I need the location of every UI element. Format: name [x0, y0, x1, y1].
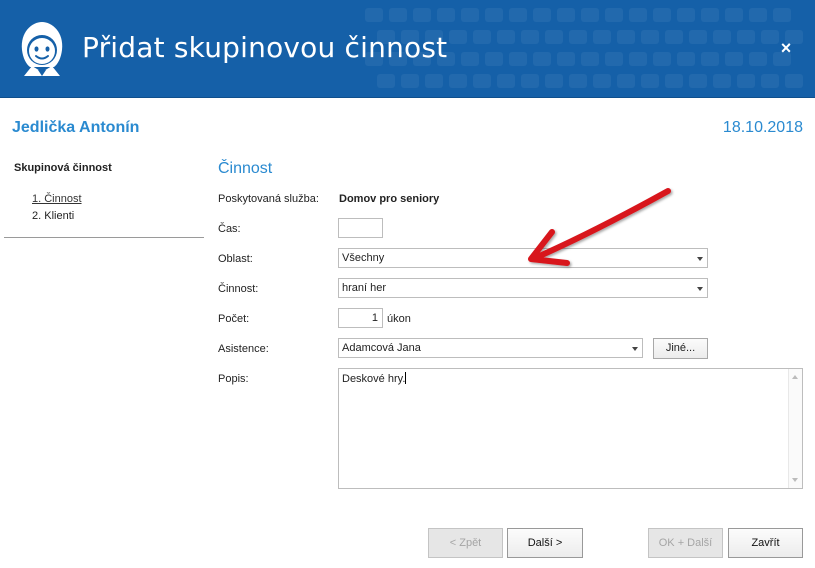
chevron-down-icon	[632, 347, 638, 351]
sidebar-title: Skupinová činnost	[14, 162, 112, 174]
section-title: Činnost	[218, 160, 273, 177]
time-input[interactable]	[338, 218, 383, 238]
count-input[interactable]: 1	[338, 308, 383, 328]
time-label: Čas:	[218, 223, 241, 235]
activity-select[interactable]: hraní her	[338, 278, 708, 298]
activity-select-value: hraní her	[342, 282, 387, 294]
close-icon[interactable]: ×	[776, 38, 796, 58]
back-button[interactable]: < Zpět	[428, 528, 503, 558]
ok-next-button[interactable]: OK + Další	[648, 528, 723, 558]
close-button[interactable]: Zavřít	[728, 528, 803, 558]
sidebar-divider	[4, 237, 204, 238]
area-select-value: Všechny	[342, 252, 385, 264]
scroll-down-icon[interactable]	[792, 478, 798, 482]
assistance-select[interactable]: Adamcová Jana	[338, 338, 643, 358]
chevron-down-icon	[697, 287, 703, 291]
client-date: 18.10.2018	[722, 119, 803, 136]
assistance-select-value: Adamcová Jana	[342, 342, 421, 354]
count-label: Počet:	[218, 313, 250, 325]
nurse-face-icon	[21, 22, 63, 76]
description-textarea[interactable]: Deskové hry.	[338, 368, 803, 489]
description-scrollbar[interactable]	[788, 369, 802, 488]
description-text: Deskové hry.	[342, 373, 406, 385]
count-unit: úkon	[387, 313, 411, 325]
area-label: Oblast:	[218, 253, 253, 265]
sidebar-step-cinnost[interactable]: 1. Činnost	[32, 193, 82, 205]
service-label: Poskytovaná služba:	[218, 193, 319, 205]
text-caret	[405, 372, 407, 384]
service-value: Domov pro seniory	[339, 193, 440, 205]
client-name: Jedlička Antonín	[12, 119, 140, 136]
next-button[interactable]: Další >	[507, 528, 583, 558]
description-label: Popis:	[218, 373, 249, 385]
other-assistance-button[interactable]: Jiné...	[653, 338, 708, 359]
area-select[interactable]: Všechny	[338, 248, 708, 268]
window-title: Přidat skupinovou činnost	[82, 31, 448, 64]
assistance-label: Asistence:	[218, 343, 269, 355]
chevron-down-icon	[697, 257, 703, 261]
scroll-up-icon[interactable]	[792, 375, 798, 379]
window-header: Přidat skupinovou činnost ×	[0, 0, 815, 98]
activity-label: Činnost:	[218, 283, 259, 295]
sidebar-step-klienti[interactable]: 2. Klienti	[32, 210, 74, 222]
